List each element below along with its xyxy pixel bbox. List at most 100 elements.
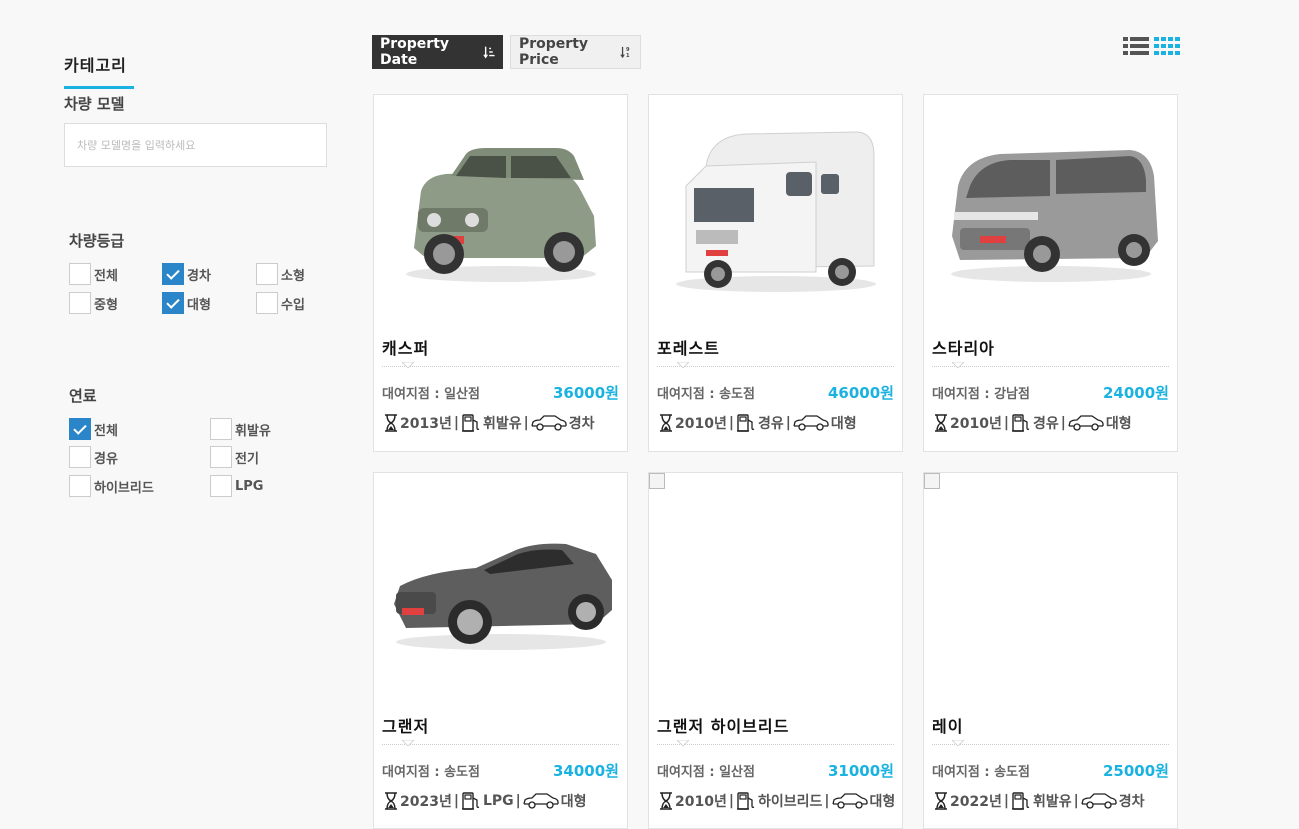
checkbox-box[interactable] bbox=[69, 446, 91, 468]
car-image[interactable] bbox=[374, 95, 627, 327]
car-card[interactable]: 그랜저 하이브리드 대여지점 : 일산점 31000원 2010년 | 하이브리드 | … bbox=[648, 472, 903, 829]
branch-text: 대여지점 : 송도점 bbox=[932, 765, 1030, 780]
fuel-label: 전체 bbox=[94, 423, 118, 439]
car-name[interactable]: 그랜저 하이브리드 bbox=[657, 713, 789, 737]
divider-notch bbox=[402, 740, 414, 746]
fuel-text: 경유 bbox=[1032, 416, 1059, 432]
grade-checkbox[interactable]: 수입 bbox=[256, 292, 305, 314]
car-image[interactable] bbox=[374, 473, 627, 705]
fuel-pump-icon bbox=[1011, 792, 1030, 810]
fuel-text: 휘발유 bbox=[482, 416, 522, 432]
price-text: 25000원 bbox=[1103, 762, 1169, 780]
car-card[interactable]: 포레스트 대여지점 : 송도점 46000원 2010년 | 경유 | 대형 bbox=[648, 94, 903, 452]
hourglass-icon bbox=[385, 414, 397, 432]
sort-numeric-icon: 9 1 bbox=[620, 46, 630, 59]
car-image[interactable] bbox=[924, 473, 1177, 705]
grade-checkbox[interactable]: 대형 bbox=[162, 292, 211, 314]
fuel-checkbox[interactable]: 하이브리드 bbox=[69, 475, 154, 497]
fuel-text: LPG bbox=[482, 793, 514, 809]
fuel-label: 전기 bbox=[235, 451, 259, 467]
car-name[interactable]: 그랜저 bbox=[382, 713, 429, 737]
checkbox-box[interactable] bbox=[256, 263, 278, 285]
car-meta: 2010년 | 하이브리드 | 대형 bbox=[659, 791, 895, 811]
fuel-title: 연료 bbox=[69, 387, 97, 405]
year-text: 2010년 bbox=[675, 794, 727, 810]
fuel-label: 경유 bbox=[94, 451, 118, 467]
checkbox-box[interactable] bbox=[69, 292, 91, 314]
grid-view-icon[interactable] bbox=[1154, 36, 1180, 56]
car-card[interactable]: 그랜저 대여지점 : 송도점 34000원 2023년 | LPG | 대형 bbox=[373, 472, 628, 829]
checkbox-box[interactable] bbox=[162, 263, 184, 285]
fuel-checkbox[interactable]: 전기 bbox=[210, 446, 259, 468]
sort-date-label: Property Date bbox=[380, 36, 450, 68]
model-search-input[interactable] bbox=[64, 123, 327, 167]
fuel-pump-icon bbox=[461, 414, 480, 432]
fuel-checkbox[interactable]: 휘발유 bbox=[210, 418, 271, 440]
fuel-label: 휘발유 bbox=[235, 423, 271, 439]
checkbox-box[interactable] bbox=[256, 292, 278, 314]
divider-notch bbox=[952, 362, 964, 368]
year-text: 2010년 bbox=[950, 416, 1002, 432]
branch-text: 대여지점 : 송도점 bbox=[657, 387, 755, 402]
checkbox-box[interactable] bbox=[69, 263, 91, 285]
car-icon bbox=[1081, 793, 1117, 809]
fuel-pump-icon bbox=[1011, 414, 1030, 432]
fuel-text: 경유 bbox=[757, 416, 784, 432]
car-name[interactable]: 레이 bbox=[932, 713, 963, 737]
svg-text:1: 1 bbox=[626, 53, 630, 59]
car-name[interactable]: 스타리아 bbox=[932, 335, 995, 359]
grade-checkbox[interactable]: 전체 bbox=[69, 263, 118, 285]
checkbox-box[interactable] bbox=[210, 418, 232, 440]
hourglass-icon bbox=[660, 792, 672, 810]
car-meta: 2010년 | 경유 | 대형 bbox=[934, 413, 1132, 433]
price-text: 34000원 bbox=[553, 762, 619, 780]
svg-text:9: 9 bbox=[626, 47, 630, 53]
list-view-icon[interactable] bbox=[1123, 36, 1149, 56]
fuel-pump-icon bbox=[736, 414, 755, 432]
checkbox-box[interactable] bbox=[210, 446, 232, 468]
car-icon bbox=[831, 793, 868, 809]
hourglass-icon bbox=[385, 792, 397, 810]
grade-checkbox[interactable]: 중형 bbox=[69, 292, 118, 314]
divider-notch bbox=[677, 740, 689, 746]
year-text: 2010년 bbox=[675, 416, 727, 432]
fuel-checkbox[interactable]: 경유 bbox=[69, 446, 118, 468]
price-text: 31000원 bbox=[828, 762, 894, 780]
car-card[interactable]: 레이대여지점 : 송도점 25000원 2022년 | 휘발유 | 경차 bbox=[923, 472, 1178, 829]
divider bbox=[932, 366, 1169, 367]
divider bbox=[657, 744, 894, 745]
car-image[interactable] bbox=[649, 473, 902, 705]
sort-price-button[interactable]: Property Price 9 1 bbox=[510, 35, 641, 69]
grade-text: 대형 bbox=[830, 416, 857, 432]
sort-date-button[interactable]: Property Date bbox=[372, 35, 503, 69]
car-name[interactable]: 캐스퍼 bbox=[382, 335, 429, 359]
car-image[interactable] bbox=[924, 95, 1177, 327]
checkbox-box[interactable] bbox=[162, 292, 184, 314]
car-card[interactable]: 스타리아 대여지점 : 강남점 24000원 2010년 | 경유 | 대형 bbox=[923, 94, 1178, 452]
grade-text: 대형 bbox=[560, 794, 587, 810]
fuel-pump-icon bbox=[461, 792, 480, 810]
year-text: 2023년 bbox=[400, 794, 452, 810]
category-title: 카테고리 bbox=[64, 52, 134, 89]
car-card[interactable]: 캐스퍼 대여지점 : 일산점 36000원 2013년 | 휘발유 | 경차 bbox=[373, 94, 628, 452]
divider-notch bbox=[402, 362, 414, 368]
checkbox-box[interactable] bbox=[69, 418, 91, 440]
car-name[interactable]: 포레스트 bbox=[657, 335, 720, 359]
grade-text: 경차 bbox=[1118, 794, 1145, 810]
fuel-text: 휘발유 bbox=[1032, 794, 1072, 810]
car-image[interactable] bbox=[649, 95, 902, 327]
fuel-checkbox[interactable]: 전체 bbox=[69, 418, 118, 440]
checkbox-box[interactable] bbox=[210, 475, 232, 497]
fuel-checkbox[interactable]: LPG bbox=[210, 475, 263, 497]
grade-label: 소형 bbox=[281, 268, 305, 284]
grade-checkbox[interactable]: 소형 bbox=[256, 263, 305, 285]
grade-text: 대형 bbox=[869, 794, 896, 810]
car-meta: 2022년 | 휘발유 | 경차 bbox=[934, 791, 1145, 811]
grade-label: 전체 bbox=[94, 268, 118, 284]
car-meta: 2023년 | LPG | 대형 bbox=[384, 791, 587, 811]
checkbox-box[interactable] bbox=[69, 475, 91, 497]
divider bbox=[932, 744, 1169, 745]
fuel-pump-icon bbox=[736, 792, 755, 810]
hourglass-icon bbox=[660, 414, 672, 432]
grade-checkbox[interactable]: 경차 bbox=[162, 263, 211, 285]
